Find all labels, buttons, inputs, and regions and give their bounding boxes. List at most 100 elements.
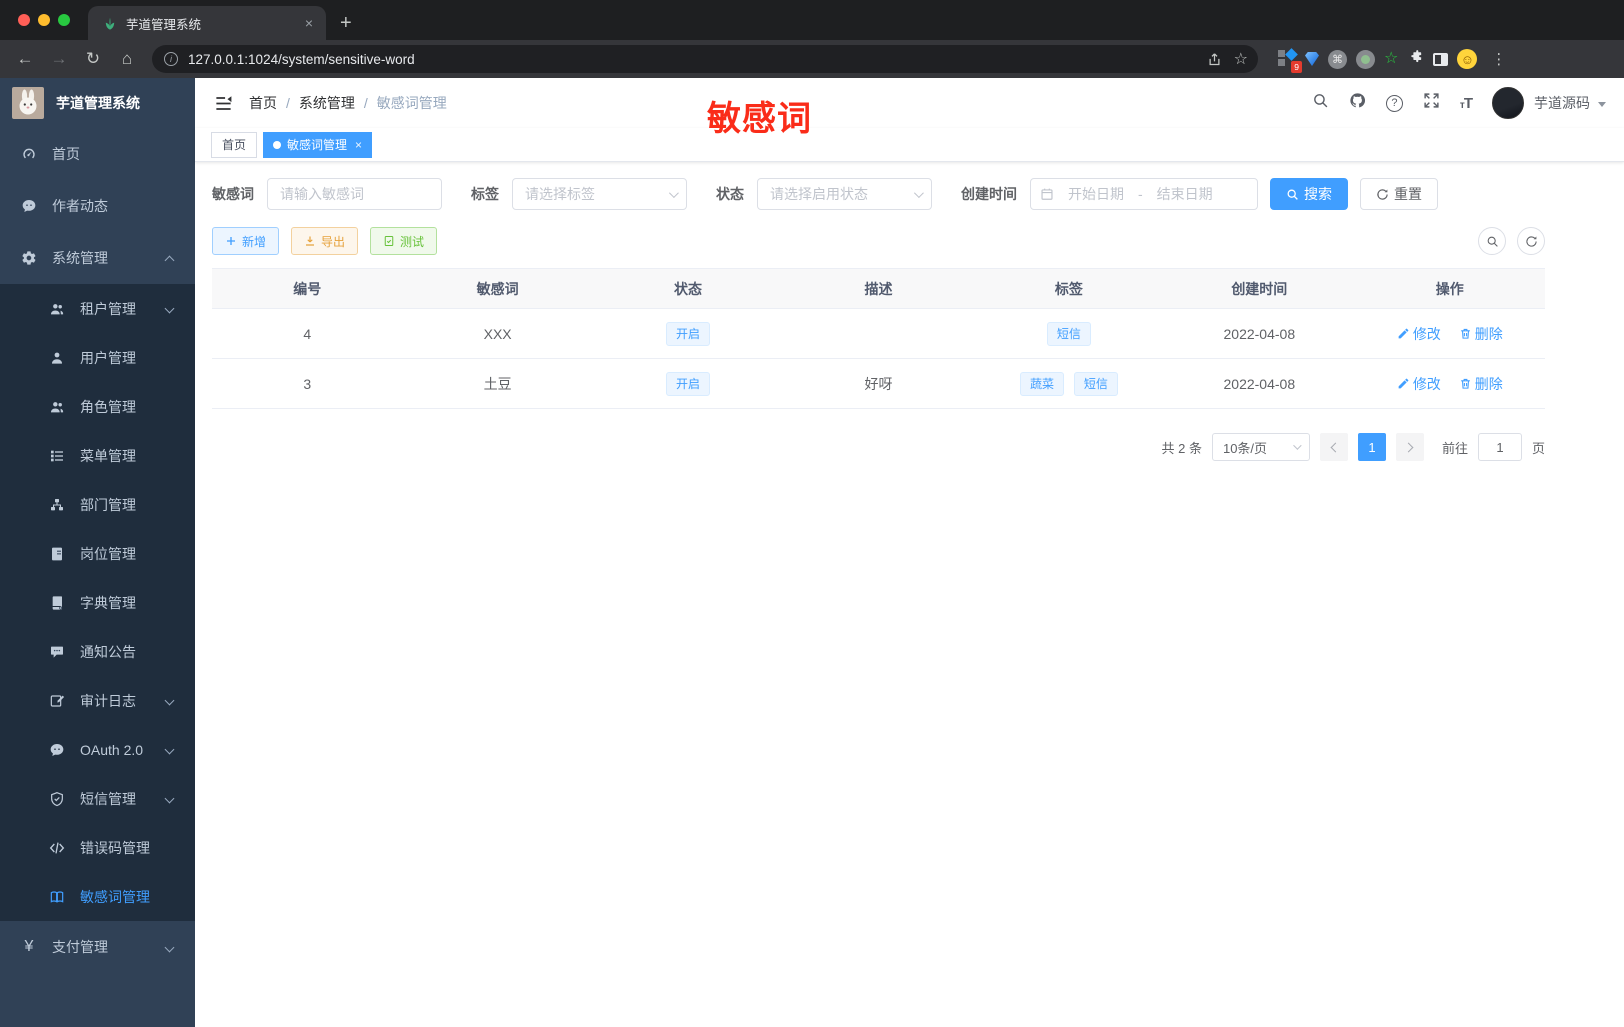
help-icon[interactable]: ? [1385, 94, 1403, 112]
gear-icon [20, 250, 38, 266]
tag-label: 标签 [471, 186, 499, 202]
date-end-input[interactable] [1146, 186, 1223, 202]
site-info-icon[interactable]: i [164, 52, 178, 66]
sidebar-item-author-news[interactable]: 作者动态 [0, 180, 195, 232]
sidebar-item-system[interactable]: 系统管理 [0, 232, 195, 284]
status-label: 状态 [716, 186, 744, 202]
dashboard-icon [20, 146, 38, 162]
sidebar-fold-icon[interactable] [205, 85, 241, 121]
home-icon[interactable]: ⌂ [112, 45, 142, 73]
header-search-icon[interactable] [1312, 92, 1329, 114]
add-button[interactable]: 新增 [212, 227, 280, 255]
next-page-button[interactable] [1395, 433, 1424, 461]
font-size-icon[interactable]: тT [1460, 95, 1473, 112]
date-start-input[interactable] [1058, 186, 1134, 202]
github-icon[interactable] [1349, 92, 1366, 114]
goto-page-input[interactable] [1477, 433, 1522, 461]
green-star-extension-icon[interactable]: ☆ [1384, 51, 1398, 67]
test-button[interactable]: 测试 [370, 227, 438, 255]
url-text[interactable]: 127.0.0.1:1024/system/sensitive-word [188, 52, 1195, 67]
tag-home[interactable]: 首页 [211, 131, 258, 158]
command-extension-icon[interactable]: ⌘ [1328, 49, 1347, 69]
reload-icon[interactable]: ↻ [78, 45, 108, 73]
status-badge: 开启 [666, 371, 711, 396]
trash-icon [1460, 328, 1470, 339]
keyword-label: 敏感词 [212, 186, 254, 202]
delete-link[interactable]: 删除 [1459, 324, 1503, 344]
breadcrumb-current: 敏感词管理 [376, 95, 447, 111]
side-panel-icon[interactable] [1433, 52, 1449, 66]
refresh-table-button[interactable] [1517, 227, 1545, 255]
new-tab-button[interactable]: + [326, 6, 366, 40]
date-range-picker[interactable]: - [1030, 178, 1258, 210]
export-button[interactable]: 导出 [291, 227, 359, 255]
browser-menu-icon[interactable]: ⋮ [1485, 50, 1512, 68]
extensions-puzzle-icon[interactable] [1407, 48, 1424, 70]
sidebar-item-user[interactable]: 用户管理 [0, 333, 195, 382]
share-icon[interactable] [1207, 52, 1222, 67]
sidebar-item-menu[interactable]: 菜单管理 [0, 431, 195, 480]
table-row: 3 土豆 开启 好呀 蔬菜 短信 2022-04-08 修改 删除 [212, 358, 1545, 409]
tab-manager-extension-icon[interactable]: 9 [1278, 48, 1302, 73]
download-icon [306, 236, 315, 246]
sidebar-item-tenant[interactable]: 租户管理 [0, 284, 195, 333]
toggle-search-button[interactable] [1478, 227, 1506, 255]
sidebar-item-dict[interactable]: 字典管理 [0, 578, 195, 627]
forward-icon[interactable]: → [44, 45, 74, 73]
app-logo[interactable]: 芋道管理系统 [0, 78, 195, 128]
reset-button[interactable]: 重置 [1360, 178, 1438, 210]
chat-icon [20, 198, 38, 214]
user-avatar[interactable] [1492, 87, 1524, 119]
sidebar-item-role[interactable]: 角色管理 [0, 382, 195, 431]
edit-link[interactable]: 修改 [1397, 324, 1441, 344]
recorder-extension-icon[interactable] [1356, 49, 1375, 69]
minimize-window-button[interactable] [38, 14, 50, 26]
plant-favicon-icon [102, 15, 118, 31]
fullscreen-icon[interactable] [1423, 92, 1440, 114]
keyword-input[interactable] [267, 178, 442, 210]
sidebar-item-pay[interactable]: ¥ 支付管理 [0, 921, 195, 973]
browser-tabstrip: 芋道管理系统 × + [0, 0, 1624, 40]
status-select[interactable] [757, 178, 932, 210]
tag-select[interactable] [512, 178, 687, 210]
tree-list-icon [48, 448, 66, 464]
breadcrumb-system[interactable]: 系统管理 [299, 93, 355, 113]
sidebar-item-sms[interactable]: 短信管理 [0, 774, 195, 823]
address-bar[interactable]: i 127.0.0.1:1024/system/sensitive-word ☆ [152, 45, 1258, 73]
tags-view: 首页 敏感词管理 × [195, 128, 1624, 162]
bookmark-star-icon[interactable]: ☆ [1234, 49, 1248, 69]
sidebar-item-notice[interactable]: 通知公告 [0, 627, 195, 676]
sidebar-item-dept[interactable]: 部门管理 [0, 480, 195, 529]
breadcrumb-home[interactable]: 首页 [249, 93, 277, 113]
total-count: 共 2 条 [1161, 440, 1202, 456]
delete-link[interactable]: 删除 [1459, 374, 1503, 394]
sidebar-item-sensitive-word[interactable]: 敏感词管理 [0, 872, 195, 921]
prev-page-button[interactable] [1319, 433, 1348, 461]
edit-document-icon [48, 693, 66, 709]
gem-extension-icon[interactable] [1305, 52, 1319, 66]
edit-link[interactable]: 修改 [1397, 374, 1441, 394]
user-caret-icon[interactable] [1598, 102, 1606, 107]
sidebar-item-post[interactable]: 岗位管理 [0, 529, 195, 578]
sidebar-item-error-code[interactable]: 错误码管理 [0, 823, 195, 872]
browser-tab[interactable]: 芋道管理系统 × [88, 6, 326, 40]
cell-created: 2022-04-08 [1164, 308, 1355, 359]
sidebar-item-home[interactable]: 首页 [0, 128, 195, 180]
sidebar-item-audit-log[interactable]: 审计日志 [0, 676, 195, 725]
browser-window: 芋道管理系统 × + ← → ↻ ⌂ i 127.0.0.1:1024/syst… [0, 0, 1624, 1027]
back-icon[interactable]: ← [10, 45, 40, 73]
zoom-window-button[interactable] [58, 14, 70, 26]
tag-badge: 蔬菜 [1019, 371, 1064, 396]
profile-avatar[interactable]: ☺ [1457, 49, 1478, 69]
page-number-1[interactable]: 1 [1357, 433, 1386, 461]
table-row: 4 XXX 开启 短信 2022-04-08 修改 删除 [212, 308, 1545, 359]
tag-close-icon[interactable]: × [355, 138, 362, 152]
sidebar-item-oauth[interactable]: OAuth 2.0 [0, 725, 195, 774]
close-window-button[interactable] [18, 14, 30, 26]
tag-sensitive-word[interactable]: 敏感词管理 × [263, 131, 373, 158]
page-size-select[interactable]: 10条/页 [1211, 433, 1310, 461]
search-button[interactable]: 搜索 [1270, 178, 1348, 210]
badge-icon [48, 546, 66, 562]
tab-close-icon[interactable]: × [302, 15, 316, 31]
app-title: 芋道管理系统 [56, 95, 140, 111]
